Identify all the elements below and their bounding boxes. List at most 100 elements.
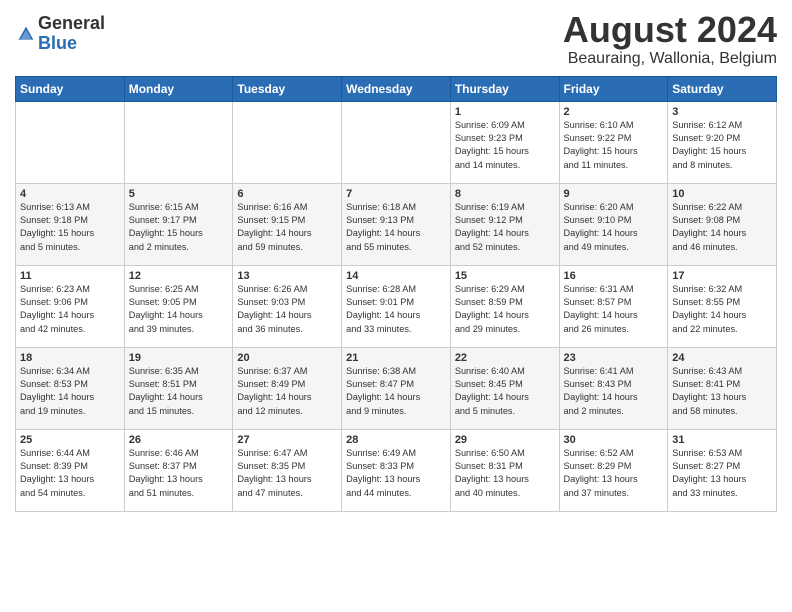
day-info: Sunrise: 6:09 AM Sunset: 9:23 PM Dayligh…: [455, 119, 555, 172]
calendar-cell: 17Sunrise: 6:32 AM Sunset: 8:55 PM Dayli…: [668, 265, 777, 347]
day-header-saturday: Saturday: [668, 76, 777, 101]
calendar-cell: 7Sunrise: 6:18 AM Sunset: 9:13 PM Daylig…: [342, 183, 451, 265]
logo-text: General Blue: [38, 14, 105, 54]
day-number: 12: [129, 270, 229, 282]
day-number: 30: [564, 434, 664, 446]
day-number: 9: [564, 188, 664, 200]
day-info: Sunrise: 6:18 AM Sunset: 9:13 PM Dayligh…: [346, 201, 446, 254]
day-info: Sunrise: 6:26 AM Sunset: 9:03 PM Dayligh…: [237, 283, 337, 336]
day-header-tuesday: Tuesday: [233, 76, 342, 101]
day-number: 25: [20, 434, 120, 446]
day-number: 18: [20, 352, 120, 364]
title-area: August 2024 Beauraing, Wallonia, Belgium: [563, 10, 777, 68]
calendar-cell: 28Sunrise: 6:49 AM Sunset: 8:33 PM Dayli…: [342, 429, 451, 511]
calendar-cell: 2Sunrise: 6:10 AM Sunset: 9:22 PM Daylig…: [559, 101, 668, 183]
day-info: Sunrise: 6:16 AM Sunset: 9:15 PM Dayligh…: [237, 201, 337, 254]
calendar-cell: 21Sunrise: 6:38 AM Sunset: 8:47 PM Dayli…: [342, 347, 451, 429]
calendar-week-5: 25Sunrise: 6:44 AM Sunset: 8:39 PM Dayli…: [16, 429, 777, 511]
logo-icon: [17, 25, 35, 43]
calendar-cell: 3Sunrise: 6:12 AM Sunset: 9:20 PM Daylig…: [668, 101, 777, 183]
calendar-cell: 9Sunrise: 6:20 AM Sunset: 9:10 PM Daylig…: [559, 183, 668, 265]
day-number: 13: [237, 270, 337, 282]
day-info: Sunrise: 6:35 AM Sunset: 8:51 PM Dayligh…: [129, 365, 229, 418]
calendar-cell: 30Sunrise: 6:52 AM Sunset: 8:29 PM Dayli…: [559, 429, 668, 511]
day-info: Sunrise: 6:25 AM Sunset: 9:05 PM Dayligh…: [129, 283, 229, 336]
calendar-cell: 10Sunrise: 6:22 AM Sunset: 9:08 PM Dayli…: [668, 183, 777, 265]
calendar-cell: 22Sunrise: 6:40 AM Sunset: 8:45 PM Dayli…: [450, 347, 559, 429]
calendar-cell: 8Sunrise: 6:19 AM Sunset: 9:12 PM Daylig…: [450, 183, 559, 265]
day-info: Sunrise: 6:41 AM Sunset: 8:43 PM Dayligh…: [564, 365, 664, 418]
calendar-cell: 24Sunrise: 6:43 AM Sunset: 8:41 PM Dayli…: [668, 347, 777, 429]
header: General Blue August 2024 Beauraing, Wall…: [15, 10, 777, 68]
calendar-week-2: 4Sunrise: 6:13 AM Sunset: 9:18 PM Daylig…: [16, 183, 777, 265]
day-number: 8: [455, 188, 555, 200]
day-info: Sunrise: 6:12 AM Sunset: 9:20 PM Dayligh…: [672, 119, 772, 172]
day-info: Sunrise: 6:10 AM Sunset: 9:22 PM Dayligh…: [564, 119, 664, 172]
calendar-cell: 14Sunrise: 6:28 AM Sunset: 9:01 PM Dayli…: [342, 265, 451, 347]
day-header-wednesday: Wednesday: [342, 76, 451, 101]
day-info: Sunrise: 6:20 AM Sunset: 9:10 PM Dayligh…: [564, 201, 664, 254]
day-info: Sunrise: 6:31 AM Sunset: 8:57 PM Dayligh…: [564, 283, 664, 336]
day-number: 23: [564, 352, 664, 364]
day-info: Sunrise: 6:15 AM Sunset: 9:17 PM Dayligh…: [129, 201, 229, 254]
main-title: August 2024: [563, 10, 777, 50]
day-info: Sunrise: 6:32 AM Sunset: 8:55 PM Dayligh…: [672, 283, 772, 336]
day-header-thursday: Thursday: [450, 76, 559, 101]
logo-blue: Blue: [38, 33, 77, 53]
day-number: 5: [129, 188, 229, 200]
calendar-cell: [124, 101, 233, 183]
day-number: 22: [455, 352, 555, 364]
day-number: 11: [20, 270, 120, 282]
calendar-cell: 1Sunrise: 6:09 AM Sunset: 9:23 PM Daylig…: [450, 101, 559, 183]
calendar-cell: 31Sunrise: 6:53 AM Sunset: 8:27 PM Dayli…: [668, 429, 777, 511]
day-info: Sunrise: 6:38 AM Sunset: 8:47 PM Dayligh…: [346, 365, 446, 418]
day-number: 1: [455, 106, 555, 118]
calendar-cell: 16Sunrise: 6:31 AM Sunset: 8:57 PM Dayli…: [559, 265, 668, 347]
day-info: Sunrise: 6:44 AM Sunset: 8:39 PM Dayligh…: [20, 447, 120, 500]
calendar-cell: 20Sunrise: 6:37 AM Sunset: 8:49 PM Dayli…: [233, 347, 342, 429]
day-info: Sunrise: 6:40 AM Sunset: 8:45 PM Dayligh…: [455, 365, 555, 418]
day-info: Sunrise: 6:23 AM Sunset: 9:06 PM Dayligh…: [20, 283, 120, 336]
calendar-cell: 6Sunrise: 6:16 AM Sunset: 9:15 PM Daylig…: [233, 183, 342, 265]
calendar-week-3: 11Sunrise: 6:23 AM Sunset: 9:06 PM Dayli…: [16, 265, 777, 347]
day-number: 6: [237, 188, 337, 200]
header-row: SundayMondayTuesdayWednesdayThursdayFrid…: [16, 76, 777, 101]
calendar-week-4: 18Sunrise: 6:34 AM Sunset: 8:53 PM Dayli…: [16, 347, 777, 429]
day-header-sunday: Sunday: [16, 76, 125, 101]
day-number: 4: [20, 188, 120, 200]
day-info: Sunrise: 6:22 AM Sunset: 9:08 PM Dayligh…: [672, 201, 772, 254]
day-info: Sunrise: 6:49 AM Sunset: 8:33 PM Dayligh…: [346, 447, 446, 500]
logo-general: General: [38, 13, 105, 33]
day-info: Sunrise: 6:46 AM Sunset: 8:37 PM Dayligh…: [129, 447, 229, 500]
logo: General Blue: [15, 14, 105, 54]
day-number: 27: [237, 434, 337, 446]
day-header-monday: Monday: [124, 76, 233, 101]
day-info: Sunrise: 6:28 AM Sunset: 9:01 PM Dayligh…: [346, 283, 446, 336]
day-number: 16: [564, 270, 664, 282]
day-number: 17: [672, 270, 772, 282]
calendar-cell: [233, 101, 342, 183]
day-number: 19: [129, 352, 229, 364]
subtitle: Beauraing, Wallonia, Belgium: [563, 50, 777, 68]
day-info: Sunrise: 6:29 AM Sunset: 8:59 PM Dayligh…: [455, 283, 555, 336]
calendar-week-1: 1Sunrise: 6:09 AM Sunset: 9:23 PM Daylig…: [16, 101, 777, 183]
calendar-header: SundayMondayTuesdayWednesdayThursdayFrid…: [16, 76, 777, 101]
calendar-cell: 5Sunrise: 6:15 AM Sunset: 9:17 PM Daylig…: [124, 183, 233, 265]
calendar-cell: 26Sunrise: 6:46 AM Sunset: 8:37 PM Dayli…: [124, 429, 233, 511]
day-number: 14: [346, 270, 446, 282]
calendar: SundayMondayTuesdayWednesdayThursdayFrid…: [15, 76, 777, 512]
calendar-cell: 11Sunrise: 6:23 AM Sunset: 9:06 PM Dayli…: [16, 265, 125, 347]
calendar-cell: 29Sunrise: 6:50 AM Sunset: 8:31 PM Dayli…: [450, 429, 559, 511]
calendar-cell: 19Sunrise: 6:35 AM Sunset: 8:51 PM Dayli…: [124, 347, 233, 429]
day-info: Sunrise: 6:52 AM Sunset: 8:29 PM Dayligh…: [564, 447, 664, 500]
day-info: Sunrise: 6:34 AM Sunset: 8:53 PM Dayligh…: [20, 365, 120, 418]
calendar-cell: 12Sunrise: 6:25 AM Sunset: 9:05 PM Dayli…: [124, 265, 233, 347]
day-number: 15: [455, 270, 555, 282]
day-number: 24: [672, 352, 772, 364]
day-number: 21: [346, 352, 446, 364]
day-number: 31: [672, 434, 772, 446]
day-number: 28: [346, 434, 446, 446]
calendar-cell: 15Sunrise: 6:29 AM Sunset: 8:59 PM Dayli…: [450, 265, 559, 347]
day-number: 7: [346, 188, 446, 200]
calendar-cell: 13Sunrise: 6:26 AM Sunset: 9:03 PM Dayli…: [233, 265, 342, 347]
